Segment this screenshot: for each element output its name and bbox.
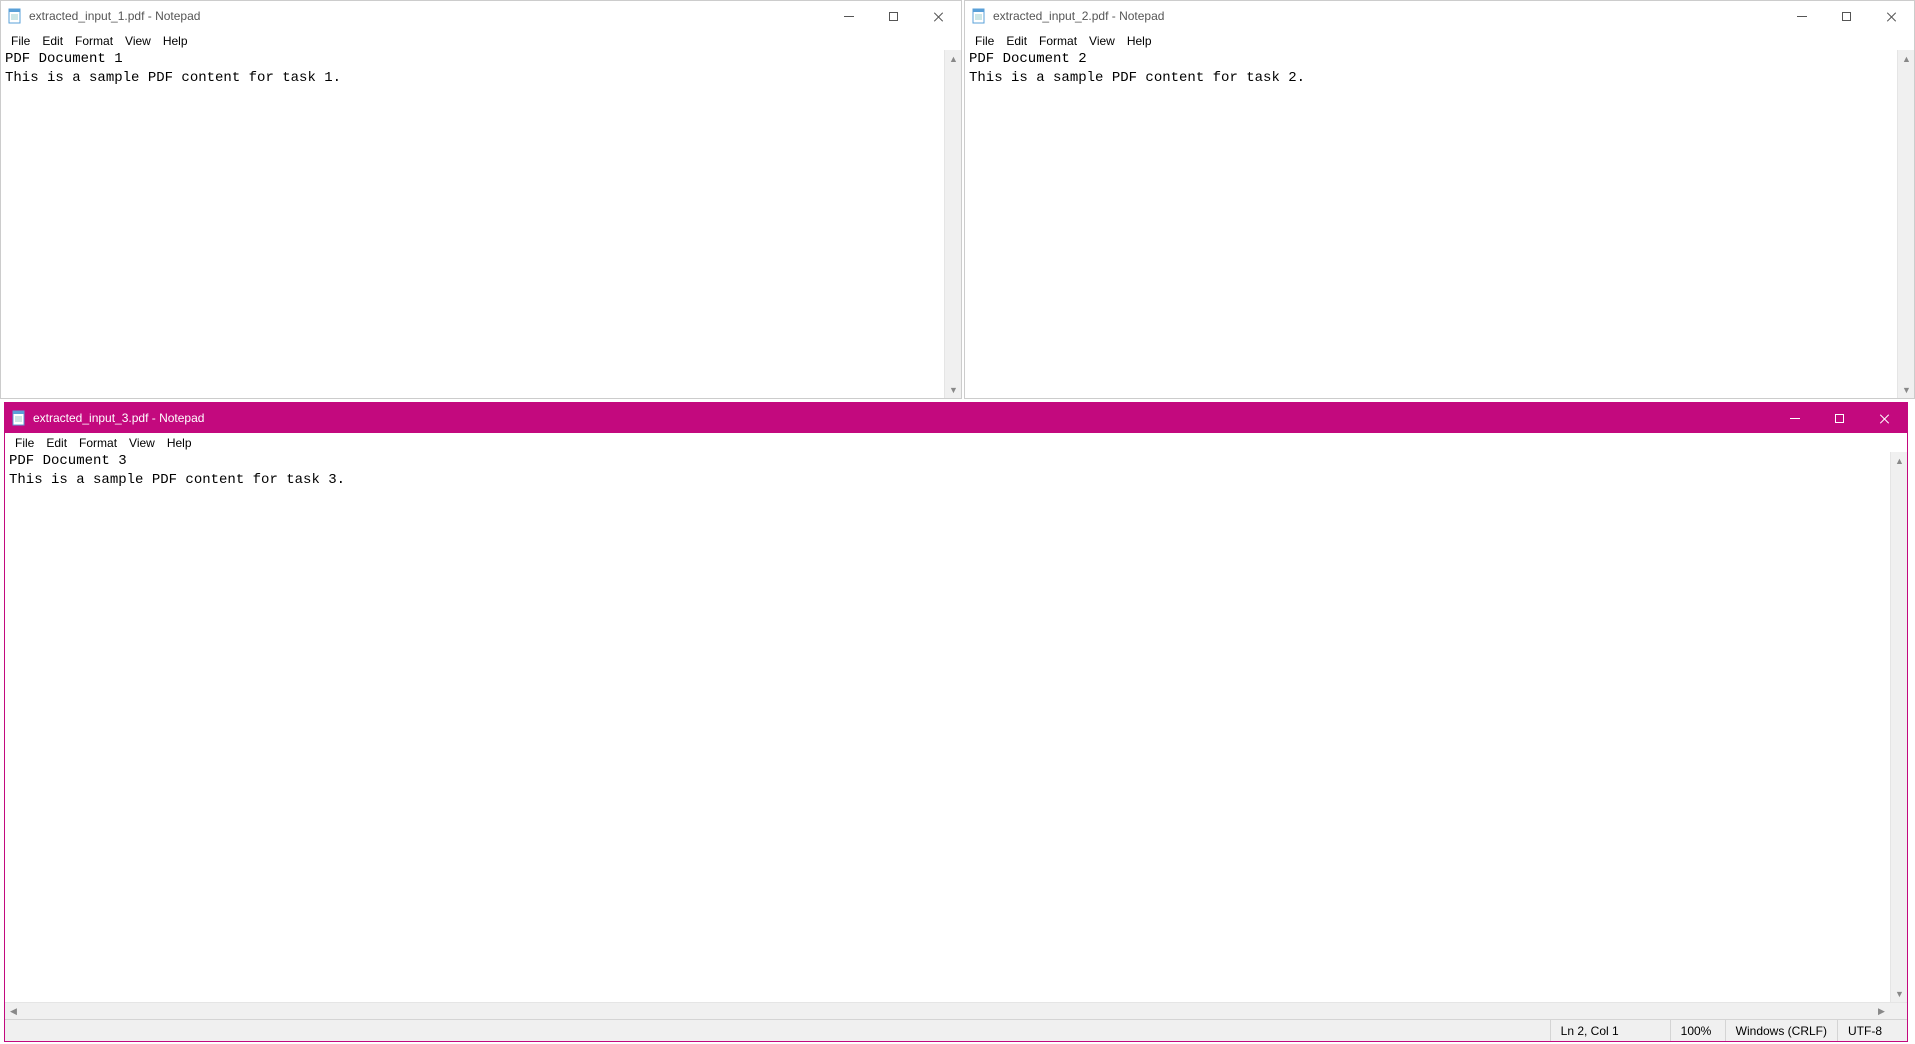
statusbar: Ln 2, Col 1 100% Windows (CRLF) UTF-8 [5,1019,1907,1041]
menu-file[interactable]: File [969,33,1000,49]
close-icon [1879,413,1890,424]
text-line-2: This is a sample PDF content for task 2. [969,70,1305,86]
menu-edit[interactable]: Edit [1000,33,1033,49]
maximize-button[interactable] [871,1,916,31]
notepad-window-1[interactable]: extracted_input_1.pdf - Notepad File Edi… [0,0,962,399]
scroll-down-icon[interactable]: ▼ [1891,985,1908,1002]
scroll-left-icon[interactable]: ◀ [5,1003,22,1020]
scroll-down-icon[interactable]: ▼ [1898,381,1915,398]
scroll-up-icon[interactable]: ▲ [945,50,962,67]
menu-file[interactable]: File [9,435,40,451]
close-button[interactable] [1862,403,1907,433]
status-encoding: UTF-8 [1837,1020,1907,1041]
status-zoom: 100% [1670,1020,1725,1041]
titlebar[interactable]: extracted_input_3.pdf - Notepad [5,403,1907,433]
minimize-icon [844,16,854,17]
editor-area: PDF Document 3 This is a sample PDF cont… [5,452,1907,1002]
editor-area: PDF Document 2 This is a sample PDF cont… [965,50,1914,398]
text-line-1: PDF Document 1 [5,51,123,67]
notepad-window-2[interactable]: extracted_input_2.pdf - Notepad File Edi… [964,0,1915,399]
window-title: extracted_input_1.pdf - Notepad [29,9,826,23]
close-icon [933,11,944,22]
menu-view[interactable]: View [119,33,157,49]
editor-area: PDF Document 1 This is a sample PDF cont… [1,50,961,398]
close-button[interactable] [916,1,961,31]
text-line-1: PDF Document 3 [9,453,127,469]
menu-help[interactable]: Help [1121,33,1158,49]
menu-format[interactable]: Format [1033,33,1083,49]
menu-format[interactable]: Format [69,33,119,49]
horizontal-scrollbar[interactable]: ◀ ▶ [5,1002,1907,1019]
scroll-track[interactable] [22,1003,1873,1019]
status-line-ending: Windows (CRLF) [1725,1020,1837,1041]
menubar: File Edit Format View Help [1,31,961,50]
scrollbar-corner [1890,1003,1907,1019]
notepad-icon [7,8,23,24]
text-content[interactable]: PDF Document 1 This is a sample PDF cont… [1,50,944,398]
titlebar[interactable]: extracted_input_2.pdf - Notepad [965,1,1914,31]
scroll-down-icon[interactable]: ▼ [945,381,962,398]
menu-help[interactable]: Help [157,33,194,49]
maximize-icon [889,12,898,21]
maximize-icon [1835,414,1844,423]
menu-view[interactable]: View [1083,33,1121,49]
status-position: Ln 2, Col 1 [1550,1020,1670,1041]
notepad-icon [11,410,27,426]
window-controls [1779,1,1914,31]
menu-edit[interactable]: Edit [36,33,69,49]
maximize-button[interactable] [1817,403,1862,433]
vertical-scrollbar[interactable]: ▲ ▼ [944,50,961,398]
scroll-up-icon[interactable]: ▲ [1891,452,1908,469]
notepad-icon [971,8,987,24]
scroll-track[interactable] [1898,67,1914,381]
menubar: File Edit Format View Help [965,31,1914,50]
vertical-scrollbar[interactable]: ▲ ▼ [1890,452,1907,1002]
close-button[interactable] [1869,1,1914,31]
text-content[interactable]: PDF Document 2 This is a sample PDF cont… [965,50,1897,398]
minimize-button[interactable] [1772,403,1817,433]
text-line-1: PDF Document 2 [969,51,1087,67]
menu-file[interactable]: File [5,33,36,49]
window-title: extracted_input_2.pdf - Notepad [993,9,1779,23]
minimize-icon [1797,16,1807,17]
menu-format[interactable]: Format [73,435,123,451]
scroll-track[interactable] [1891,469,1907,985]
vertical-scrollbar[interactable]: ▲ ▼ [1897,50,1914,398]
menubar: File Edit Format View Help [5,433,1907,452]
minimize-icon [1790,418,1800,419]
window-controls [826,1,961,31]
notepad-window-3[interactable]: extracted_input_3.pdf - Notepad File Edi… [4,402,1908,1042]
scroll-up-icon[interactable]: ▲ [1898,50,1915,67]
text-line-2: This is a sample PDF content for task 3. [9,472,345,488]
window-title: extracted_input_3.pdf - Notepad [33,411,1772,425]
close-icon [1886,11,1897,22]
menu-help[interactable]: Help [161,435,198,451]
titlebar[interactable]: extracted_input_1.pdf - Notepad [1,1,961,31]
text-content[interactable]: PDF Document 3 This is a sample PDF cont… [5,452,1890,1002]
menu-edit[interactable]: Edit [40,435,73,451]
maximize-icon [1842,12,1851,21]
menu-view[interactable]: View [123,435,161,451]
scroll-right-icon[interactable]: ▶ [1873,1003,1890,1020]
window-controls [1772,403,1907,433]
scroll-track[interactable] [945,67,961,381]
minimize-button[interactable] [1779,1,1824,31]
maximize-button[interactable] [1824,1,1869,31]
minimize-button[interactable] [826,1,871,31]
text-line-2: This is a sample PDF content for task 1. [5,70,341,86]
